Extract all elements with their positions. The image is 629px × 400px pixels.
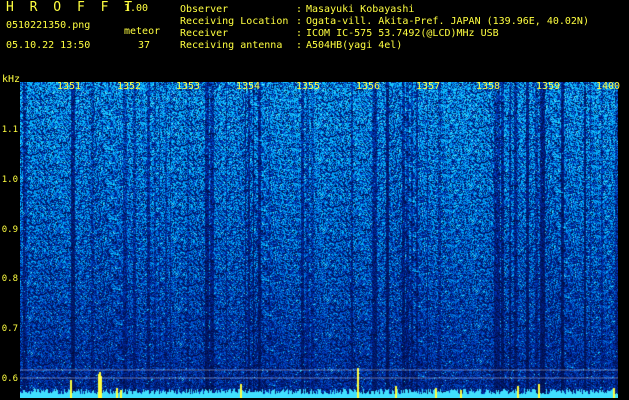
receiver-label: Receiver xyxy=(180,28,229,39)
y-axis-unit: kHz xyxy=(2,74,21,85)
x-tick-label: 1400 xyxy=(596,81,621,92)
y-tick-label: 0.9 xyxy=(1,225,18,235)
x-tick-label: 1358 xyxy=(476,81,501,92)
app-title: H R O F F T xyxy=(6,0,137,15)
y-tick-label: 0.7 xyxy=(1,324,18,334)
y-tick-label: 0.6 xyxy=(1,374,18,384)
x-tick-label: 1357 xyxy=(416,81,441,92)
location-value: Ogata-vill. Akita-Pref. JAPAN (139.96E, … xyxy=(306,16,589,27)
datetime: 05.10.22 13:50 xyxy=(6,40,91,51)
location-separator: : xyxy=(296,16,303,27)
meteor-count: 37 xyxy=(138,40,151,51)
observer-separator: : xyxy=(296,4,303,15)
observer-label: Observer xyxy=(180,4,229,15)
x-tick-label: 1354 xyxy=(236,81,261,92)
y-tick-label: 1.1 xyxy=(1,125,18,135)
meteor-label: meteor xyxy=(124,26,161,37)
x-tick-label: 1359 xyxy=(536,81,561,92)
observer-value: Masayuki Kobayashi xyxy=(306,4,415,15)
antenna-value: A504HB(yagi 4el) xyxy=(306,40,403,51)
x-tick-label: 1356 xyxy=(356,81,381,92)
y-tick-label: 0.8 xyxy=(1,274,18,284)
x-tick-label: 1355 xyxy=(296,81,321,92)
location-label: Receiving Location xyxy=(180,16,289,27)
antenna-separator: : xyxy=(296,40,303,51)
receiver-value: ICOM IC-575 53.7492(@LCD)MHz USB xyxy=(306,28,499,39)
antenna-label: Receiving antenna xyxy=(180,40,283,51)
spectrogram-plot xyxy=(20,82,618,398)
x-tick-label: 1353 xyxy=(176,81,201,92)
x-tick-label: 1352 xyxy=(117,81,142,92)
y-tick-label: 1.0 xyxy=(1,175,18,185)
app-version: 1.00 xyxy=(124,3,149,14)
receiver-separator: : xyxy=(296,28,303,39)
spectrogram-overlay xyxy=(20,369,618,379)
file-name: 0510221350.png xyxy=(6,20,91,31)
x-tick-label: 1351 xyxy=(57,81,82,92)
